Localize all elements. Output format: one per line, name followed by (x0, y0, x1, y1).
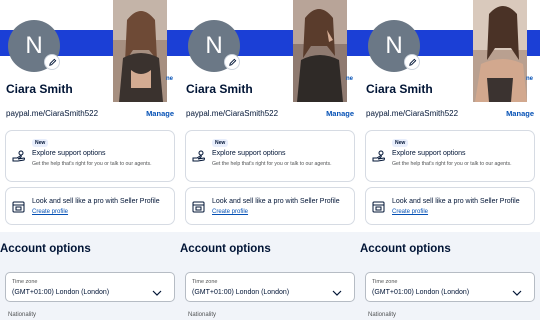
user-name: Ciara Smith (186, 82, 253, 96)
avatar-initial: N (385, 32, 403, 59)
edit-avatar-button[interactable] (224, 54, 240, 70)
timezone-value: (GMT+01:00) London (London) (372, 289, 470, 296)
chevron-down-icon (332, 283, 342, 301)
nationality-label: Nationality (8, 312, 37, 318)
manage-button[interactable]: Manage (506, 109, 534, 118)
timezone-label: Time zone (192, 279, 218, 285)
pencil-icon (228, 58, 236, 66)
support-subtitle: Get the help that's right for you or tal… (212, 161, 332, 167)
chevron-down-icon (512, 283, 522, 301)
timezone-label: Time zone (12, 279, 38, 285)
avatar-initial: N (205, 32, 223, 59)
hand-support-icon (372, 149, 386, 167)
support-options-card[interactable]: New Explore support options Get the help… (5, 130, 175, 182)
timezone-select[interactable]: Time zone (GMT+01:00) London (London) (5, 272, 175, 302)
support-subtitle: Get the help that's right for you or tal… (392, 161, 512, 167)
manage-sliver: ne (526, 76, 534, 82)
create-profile-link[interactable]: Create profile (32, 209, 68, 215)
account-options-heading: Account options (180, 243, 271, 255)
account-options-heading: Account options (360, 243, 451, 255)
hand-support-icon (12, 149, 26, 167)
chevron-down-icon (152, 283, 162, 301)
manage-button[interactable]: Manage (146, 109, 174, 118)
support-title: Explore support options (392, 150, 466, 157)
new-badge: New (392, 139, 409, 147)
seller-profile-card[interactable]: Look and sell like a pro with Seller Pro… (185, 187, 355, 225)
support-title: Explore support options (32, 150, 106, 157)
manage-button[interactable]: Manage (326, 109, 354, 118)
timezone-select[interactable]: Time zone (GMT+01:00) London (London) (185, 272, 355, 302)
storefront-icon (372, 200, 385, 218)
storefront-icon (12, 200, 25, 218)
edit-avatar-button[interactable] (44, 54, 60, 70)
create-profile-link[interactable]: Create profile (392, 209, 428, 215)
edit-avatar-button[interactable] (404, 54, 420, 70)
seller-title: Look and sell like a pro with Seller Pro… (392, 198, 520, 205)
profile-photo (293, 0, 347, 102)
seller-title: Look and sell like a pro with Seller Pro… (32, 198, 160, 205)
timezone-value: (GMT+01:00) London (London) (192, 289, 290, 296)
paypal-me-link: paypal.me/CiaraSmith522 (366, 109, 459, 118)
new-badge: New (32, 139, 49, 147)
paypal-me-link: paypal.me/CiaraSmith522 (186, 109, 279, 118)
seller-profile-card[interactable]: Look and sell like a pro with Seller Pro… (365, 187, 535, 225)
timezone-label: Time zone (372, 279, 398, 285)
profile-photo (473, 0, 527, 102)
pencil-icon (48, 58, 56, 66)
user-name: Ciara Smith (6, 82, 73, 96)
timezone-select[interactable]: Time zone (GMT+01:00) London (London) (365, 272, 535, 302)
account-options-heading: Account options (0, 243, 91, 255)
paypal-me-link: paypal.me/CiaraSmith522 (6, 109, 99, 118)
manage-sliver: ne (346, 76, 354, 82)
profile-photo (113, 0, 167, 102)
support-title: Explore support options (212, 150, 286, 157)
hand-support-icon (192, 149, 206, 167)
profile-panel-1: N ne Ciara Smith paypal.me/CiaraSmith522… (0, 0, 180, 320)
support-subtitle: Get the help that's right for you or tal… (32, 161, 152, 167)
profile-panel-3: N ne Ciara Smith paypal.me/CiaraSmith522… (360, 0, 540, 320)
pencil-icon (408, 58, 416, 66)
manage-sliver: ne (166, 76, 174, 82)
nationality-label: Nationality (368, 312, 397, 318)
nationality-label: Nationality (188, 312, 217, 318)
new-badge: New (212, 139, 229, 147)
storefront-icon (192, 200, 205, 218)
support-options-card[interactable]: New Explore support options Get the help… (185, 130, 355, 182)
timezone-value: (GMT+01:00) London (London) (12, 289, 110, 296)
seller-profile-card[interactable]: Look and sell like a pro with Seller Pro… (5, 187, 175, 225)
support-options-card[interactable]: New Explore support options Get the help… (365, 130, 535, 182)
avatar-initial: N (25, 32, 43, 59)
user-name: Ciara Smith (366, 82, 433, 96)
seller-title: Look and sell like a pro with Seller Pro… (212, 198, 340, 205)
create-profile-link[interactable]: Create profile (212, 209, 248, 215)
profile-panel-2: N ne Ciara Smith paypal.me/CiaraSmith522… (180, 0, 360, 320)
